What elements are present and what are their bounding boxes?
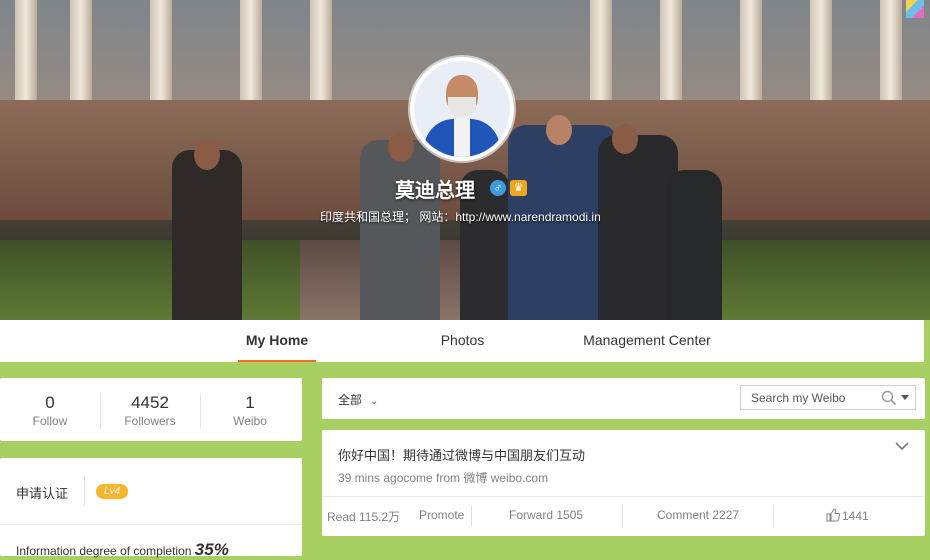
search-box [740, 385, 916, 410]
stat-value: 0 [45, 393, 55, 412]
weibo-post: 你好中国！期待通过微博与中国朋友们互动 39 mins agocome from… [322, 430, 925, 536]
stat-label: Followers [124, 414, 176, 428]
stat-followers[interactable]: 4452 Followers [100, 378, 200, 441]
thumbs-up-icon [826, 508, 840, 522]
chevron-down-icon: ⌄ [370, 396, 379, 407]
theme-icon[interactable] [906, 0, 924, 18]
filter-label: 全部 [338, 393, 363, 407]
like-button[interactable]: 1441 [826, 508, 869, 523]
post-text: 你好中国！期待通过微博与中国朋友们互动 [338, 448, 586, 463]
profile-name: 莫迪总理 [395, 180, 475, 202]
profile-nav: My Home Photos Management Center [0, 320, 924, 362]
certification-card: 申请认证 Lv4 Information degree of completio… [0, 458, 302, 559]
tab-photos[interactable]: Photos [405, 320, 520, 362]
completion-value: 35% [194, 540, 229, 559]
profile-description: 印度共和国总理； 网站：http://www.narendramodi.in [320, 210, 601, 224]
search-input[interactable] [741, 386, 885, 409]
stat-label: Follow [32, 414, 68, 428]
read-count: Read 115.2万 [327, 510, 401, 524]
feed-filter-bar: 全部 ⌄ [322, 378, 925, 419]
post-meta[interactable]: 39 mins agocome from 微博 weibo.com [338, 469, 548, 486]
completion-info: Information degree of completion 35% [16, 540, 229, 560]
filter-dropdown[interactable]: 全部 ⌄ [338, 391, 378, 408]
promote-button[interactable]: Promote [419, 508, 464, 522]
level-badge[interactable]: Lv4 [96, 484, 128, 499]
forward-button[interactable]: Forward 1505 [509, 508, 583, 522]
stat-label: Weibo [233, 414, 267, 428]
male-gender-icon: ♂ [490, 180, 506, 196]
stats-panel: 0 Follow 4452 Followers 1 Weibo [0, 378, 302, 441]
search-icon[interactable] [881, 390, 897, 406]
tab-management-center[interactable]: Management Center [570, 320, 724, 362]
tab-my-home[interactable]: My Home [238, 320, 316, 362]
like-count: 1441 [842, 509, 869, 523]
stat-value: 1 [245, 393, 255, 412]
chevron-down-icon[interactable] [894, 438, 910, 454]
stat-value: 4452 [131, 393, 169, 412]
comment-button[interactable]: Comment 2227 [657, 508, 739, 522]
vip-crown-icon[interactable]: ♛ [510, 180, 527, 196]
stat-weibo[interactable]: 1 Weibo [200, 378, 300, 441]
apply-certification-link[interactable]: 申请认证 [16, 483, 68, 502]
stat-follow[interactable]: 0 Follow [0, 378, 100, 441]
avatar[interactable] [410, 57, 514, 161]
search-dropdown-icon[interactable] [901, 395, 909, 400]
